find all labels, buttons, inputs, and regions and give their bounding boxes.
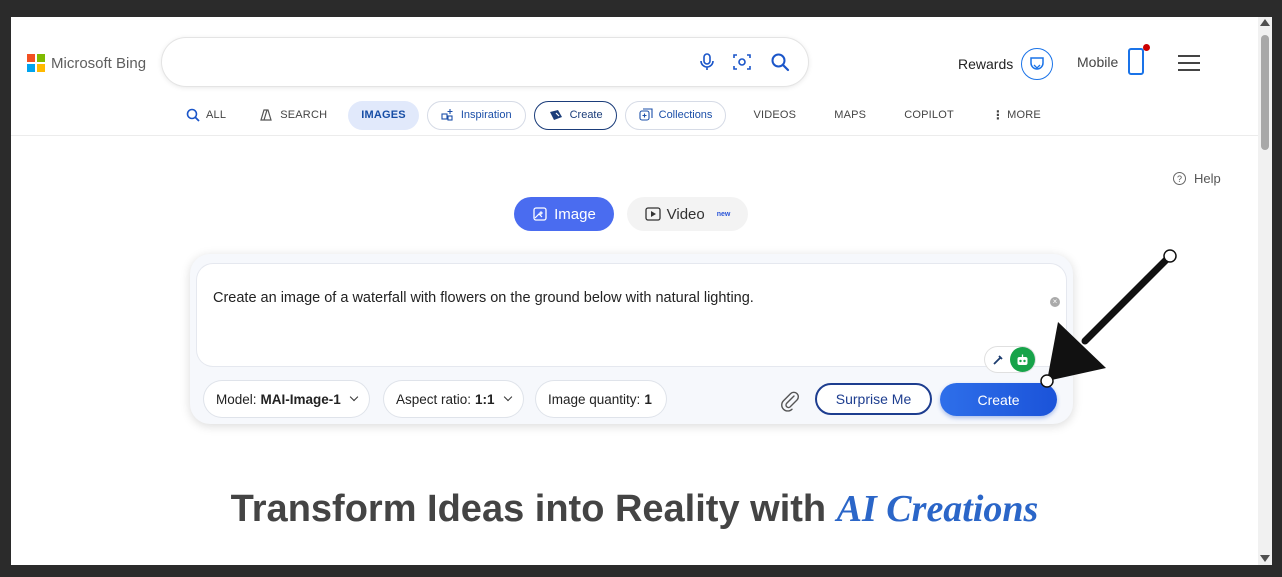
mobile-button[interactable]: Mobile (1077, 44, 1151, 75)
brand-name: Microsoft Bing (51, 54, 147, 72)
search-icon[interactable] (770, 52, 790, 72)
microphone-icon[interactable] (697, 52, 717, 72)
model-select[interactable]: Model: MAI-Image-1 (204, 381, 369, 417)
aspect-ratio-select[interactable]: Aspect ratio: 1:1 (384, 381, 523, 417)
help-label: Help (1194, 171, 1221, 186)
copilot-search-icon (260, 109, 272, 121)
image-icon (533, 207, 547, 221)
video-mode-label: Video (666, 205, 705, 223)
copilot-bot-icon[interactable] (1010, 347, 1035, 372)
surprise-me-button[interactable]: Surprise Me (815, 383, 932, 415)
video-icon (644, 207, 661, 221)
browser-viewport: Microsoft Bing Rewards Mobile ALL SEARCH… (11, 17, 1258, 565)
headline-text: Transform Ideas into Reality with (230, 488, 837, 530)
image-quantity-select[interactable]: Image quantity: 1 (536, 381, 666, 417)
scroll-up-arrow-icon[interactable] (1260, 19, 1270, 26)
quantity-label: Image quantity: (548, 391, 641, 407)
create-button[interactable]: Create (940, 383, 1057, 416)
headline-emphasis: AI Creations (836, 488, 1039, 530)
tab-search[interactable]: SEARCH (245, 101, 340, 130)
microsoft-logo-icon (27, 54, 45, 72)
help-icon: ? (1173, 172, 1186, 185)
tab-create[interactable]: Create (533, 100, 617, 130)
create-image-icon (549, 110, 562, 120)
tab-collections[interactable]: Collections (624, 100, 727, 130)
tab-images[interactable]: IMAGES (348, 100, 419, 130)
tab-all[interactable]: ALL (173, 101, 239, 130)
rewards-label: Rewards (958, 56, 1014, 72)
hero-headline: Transform Ideas into Reality with AI Cre… (11, 487, 1258, 531)
notification-dot (1143, 44, 1151, 51)
aspect-value: 1:1 (475, 391, 495, 407)
tab-copilot[interactable]: COPILOT (891, 101, 967, 130)
scope-tabs: ALL SEARCH IMAGES Inspiration Create Col… (173, 100, 1054, 130)
video-mode-button[interactable]: Video new (627, 197, 748, 231)
new-badge: new (716, 210, 731, 218)
clear-icon[interactable]: × (1050, 297, 1060, 307)
tab-maps[interactable]: MAPS (821, 101, 879, 130)
attach-icon[interactable] (779, 390, 801, 412)
help-link[interactable]: ? Help (1173, 171, 1221, 186)
scroll-down-arrow-icon[interactable] (1260, 555, 1270, 562)
mobile-label: Mobile (1077, 53, 1119, 70)
hamburger-menu-icon[interactable] (1178, 55, 1200, 71)
chevron-down-icon (349, 392, 359, 402)
quantity-value: 1 (644, 391, 652, 407)
vertical-scrollbar[interactable] (1258, 17, 1272, 565)
image-mode-button[interactable]: Image (514, 197, 614, 231)
bing-logo[interactable]: Microsoft Bing (27, 54, 146, 72)
search-icon (186, 108, 200, 122)
rewards-button[interactable]: Rewards (958, 48, 1054, 80)
prompt-tools (985, 347, 1035, 372)
image-mode-label: Image (554, 205, 596, 223)
sparkle-grid-icon (441, 109, 453, 121)
search-bar[interactable] (162, 38, 808, 86)
tab-more[interactable]: ⋮ MORE (979, 101, 1054, 130)
tab-videos[interactable]: VIDEOS (740, 101, 809, 130)
visual-search-icon[interactable] (732, 52, 752, 72)
phone-icon (1128, 44, 1151, 75)
collections-icon (639, 108, 653, 121)
scroll-thumb[interactable] (1261, 35, 1269, 150)
tab-inspiration[interactable]: Inspiration (426, 100, 526, 130)
header-divider (11, 135, 1258, 136)
prompt-text[interactable]: Create an image of a waterfall with flow… (213, 290, 754, 306)
model-label: Model: (216, 391, 257, 407)
search-input[interactable] (182, 50, 682, 74)
rewards-trophy-icon (1021, 48, 1054, 80)
aspect-label: Aspect ratio: (396, 391, 472, 407)
more-vertical-icon: ⋮ (991, 108, 1005, 122)
chevron-down-icon (503, 392, 512, 402)
model-value: MAI-Image-1 (260, 391, 341, 407)
enhance-prompt-icon[interactable] (985, 347, 1010, 372)
prompt-textarea[interactable]: Create an image of a waterfall with flow… (197, 264, 1066, 372)
